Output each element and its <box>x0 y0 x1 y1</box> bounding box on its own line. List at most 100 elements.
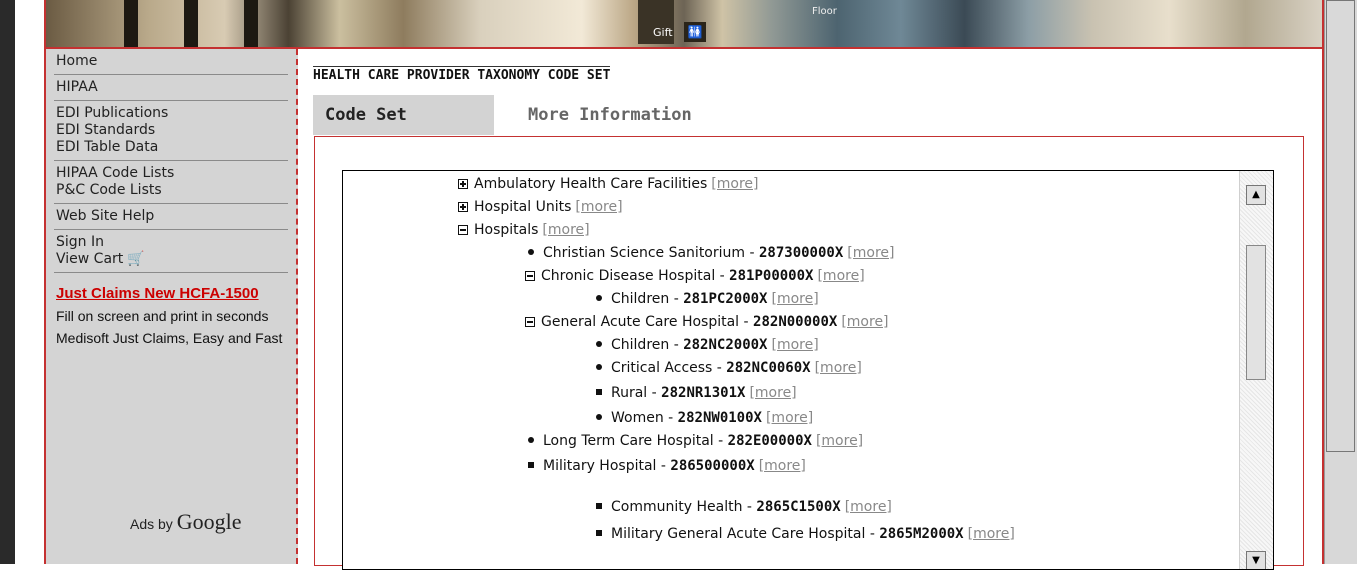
google-logo: Google <box>176 509 242 534</box>
nav-view-cart[interactable]: View Cart 🛒 <box>56 251 288 268</box>
tree-item-label: Long Term Care Hospital - <box>543 433 728 449</box>
more-link[interactable]: [more] <box>711 176 758 192</box>
expand-icon[interactable] <box>458 202 468 212</box>
banner-pillar <box>124 0 138 47</box>
nav-group-code-lists: HIPAA Code Lists P&C Code Lists <box>54 161 288 204</box>
taxonomy-code: 282N00000X <box>753 314 838 330</box>
left-window-edge <box>0 0 15 564</box>
ad-text: Fill on screen and print in seconds Medi… <box>56 308 283 346</box>
tree-item: Children - 281PC2000X [more] <box>596 291 819 308</box>
nav-hipaa[interactable]: HIPAA <box>56 79 288 96</box>
tree-item: Chronic Disease Hospital - 281P00000X [mo… <box>525 268 865 285</box>
nav-edi-table-data[interactable]: EDI Table Data <box>56 139 288 156</box>
more-link[interactable]: [more] <box>968 526 1015 542</box>
more-link[interactable]: [more] <box>749 385 796 401</box>
tree-item-label: Hospital Units <box>474 199 572 215</box>
tree-scrollbar[interactable]: ▲ ▼ <box>1239 171 1273 569</box>
nav-web-site-help[interactable]: Web Site Help <box>56 208 288 225</box>
more-link[interactable]: [more] <box>816 433 863 449</box>
tree-item: Women - 282NW0100X [more] <box>596 410 813 427</box>
bullet-icon <box>528 249 534 255</box>
tree-item: General Acute Care Hospital - 282N00000X… <box>525 314 889 331</box>
banner-pillar <box>244 0 258 47</box>
tree-item-label: General Acute Care Hospital - <box>541 314 754 330</box>
tree-item-label: Critical Access - <box>611 360 727 376</box>
nav-pc-code-lists[interactable]: P&C Code Lists <box>56 182 288 199</box>
tree-item: Rural - 282NR1301X [more] <box>596 385 797 402</box>
nav-group-hipaa: HIPAA <box>54 75 288 101</box>
tab-code-set[interactable]: Code Set <box>313 95 494 135</box>
taxonomy-code: 282NC2000X <box>683 337 768 353</box>
ad-title-link[interactable]: Just Claims New HCFA-1500 <box>56 283 286 305</box>
more-link[interactable]: [more] <box>772 337 819 353</box>
tree-item: Hospitals [more] <box>458 222 590 239</box>
more-link[interactable]: [more] <box>766 410 813 426</box>
tab-more-information[interactable]: More Information <box>528 95 692 135</box>
taxonomy-code: 2865M2000X <box>879 526 964 542</box>
nav-edi-standards[interactable]: EDI Standards <box>56 122 288 139</box>
tree-item-label: Chronic Disease Hospital - <box>541 268 730 284</box>
more-link[interactable]: [more] <box>845 499 892 515</box>
taxonomy-code: 281PC2000X <box>683 291 768 307</box>
taxonomy-tree-frame: Ambulatory Health Care Facilities [more] H… <box>342 170 1274 570</box>
nav-home[interactable]: Home <box>56 53 288 70</box>
collapse-icon[interactable] <box>525 271 535 281</box>
more-link[interactable]: [more] <box>772 291 819 307</box>
taxonomy-code: 282NR1301X <box>661 385 746 401</box>
scroll-up-button[interactable]: ▲ <box>1246 185 1266 205</box>
nav-edi-publications[interactable]: EDI Publications <box>56 105 288 122</box>
more-link[interactable]: [more] <box>759 458 806 474</box>
taxonomy-code: 282NW0100X <box>677 410 762 426</box>
expand-icon[interactable] <box>458 179 468 189</box>
more-link[interactable]: [more] <box>817 268 864 284</box>
tree-item: Critical Access - 282NC0060X [more] <box>596 360 862 377</box>
ads-by-prefix: Ads by <box>130 516 173 532</box>
collapse-icon[interactable] <box>525 317 535 327</box>
taxonomy-code: 282E00000X <box>727 433 812 449</box>
floor-sign-label: Floor <box>812 6 837 17</box>
nav-group-home: Home <box>54 49 288 75</box>
taxonomy-code: 286500000X <box>670 458 755 474</box>
bullet-icon <box>596 414 602 420</box>
ad-box: Just Claims New HCFA-1500 Fill on screen… <box>46 273 296 349</box>
more-link[interactable]: [more] <box>542 222 589 238</box>
taxonomy-tree: Ambulatory Health Care Facilities [more] H… <box>343 171 1243 569</box>
more-link[interactable]: [more] <box>815 360 862 376</box>
square-bullet-icon <box>596 530 602 536</box>
ads-by-google[interactable]: Ads by Google <box>130 509 241 535</box>
scroll-thumb[interactable] <box>1246 245 1266 380</box>
tree-item-label: Children - <box>611 291 684 307</box>
bullet-icon <box>596 364 602 370</box>
window-scroll-thumb[interactable] <box>1326 0 1355 452</box>
restroom-icon: 🚻 <box>684 22 706 42</box>
tree-item-label: Military General Acute Care Hospital - <box>611 526 880 542</box>
collapse-icon[interactable] <box>458 225 468 235</box>
tree-item-label: Christian Science Sanitorium - <box>543 245 759 261</box>
square-bullet-icon <box>596 389 602 395</box>
nav-group-edi: EDI Publications EDI Standards EDI Table… <box>54 101 288 161</box>
taxonomy-code: 282NC0060X <box>726 360 811 376</box>
tree-item: Community Health - 2865C1500X [more] <box>596 499 892 516</box>
scroll-down-button[interactable]: ▼ <box>1246 551 1266 569</box>
page-margin <box>15 0 44 564</box>
bullet-icon <box>596 341 602 347</box>
gift-sign-label: Gift <box>653 26 673 39</box>
sidebar: Home HIPAA EDI Publications EDI Standard… <box>46 49 298 564</box>
banner-pillar <box>184 0 198 47</box>
tree-item: Christian Science Sanitorium - 287300000… <box>528 245 894 262</box>
square-bullet-icon <box>596 503 602 509</box>
tree-item: Military Hospital - 286500000X [more] <box>528 458 806 475</box>
tree-item: Long Term Care Hospital - 282E00000X [mor… <box>528 433 863 450</box>
square-bullet-icon <box>528 462 534 468</box>
tree-item-label: Community Health - <box>611 499 757 515</box>
tree-item-label: Rural - <box>611 385 662 401</box>
taxonomy-code: 281P00000X <box>729 268 814 284</box>
view-cart-label: View Cart <box>56 251 124 267</box>
more-link[interactable]: [more] <box>841 314 888 330</box>
nav-hipaa-code-lists[interactable]: HIPAA Code Lists <box>56 165 288 182</box>
taxonomy-code: 287300000X <box>758 245 844 261</box>
more-link[interactable]: [more] <box>847 245 894 261</box>
nav-sign-in[interactable]: Sign In <box>56 234 288 251</box>
more-link[interactable]: [more] <box>575 199 622 215</box>
tree-item: Children - 282NC2000X [more] <box>596 337 819 354</box>
